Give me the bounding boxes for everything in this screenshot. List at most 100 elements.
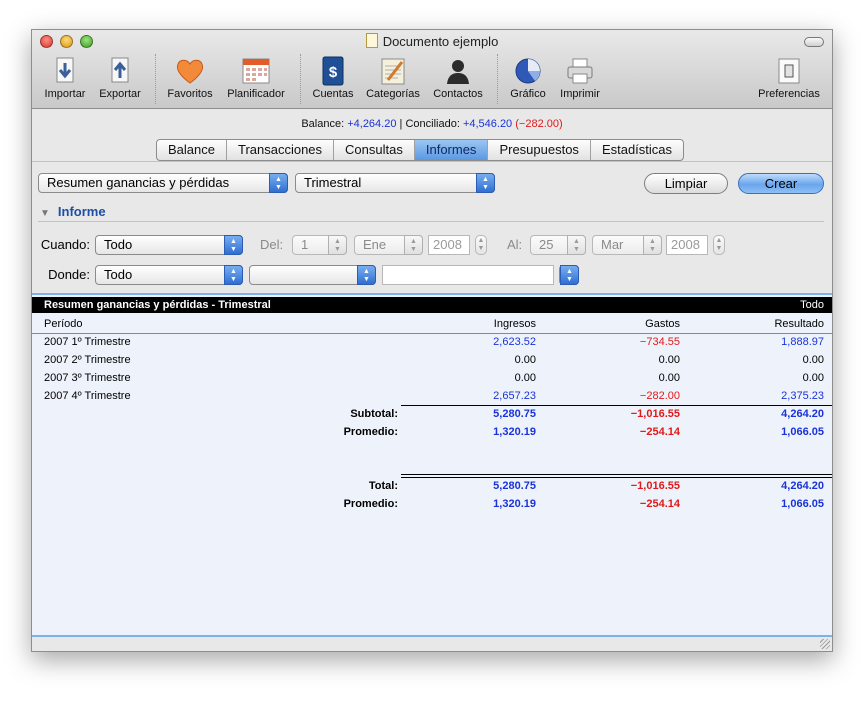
where-label: Donde: — [48, 267, 90, 282]
average-row: Promedio: 1,320.19 −254.14 1,066.05 — [32, 423, 832, 441]
to-year-field[interactable]: 2008 — [666, 235, 708, 255]
total-row: Total: 5,280.75 −1,016.55 4,264.20 — [32, 477, 832, 495]
switch-icon — [774, 56, 804, 86]
favorites-button[interactable]: Favoritos — [165, 56, 215, 100]
report-bottom-border — [32, 635, 832, 637]
from-day-select[interactable]: 1 ▲ ▼ — [292, 235, 347, 255]
from-year-field[interactable]: 2008 — [428, 235, 470, 255]
balance-value: +4,264.20 — [347, 118, 397, 130]
to-day-select[interactable]: 25 ▲ ▼ — [530, 235, 586, 255]
where-options-button[interactable]: ▲ ▼ — [559, 265, 579, 285]
row-income: 2,623.52 — [493, 336, 536, 348]
column-header-result: Resultado — [774, 318, 824, 330]
print-button[interactable]: Imprimir — [554, 56, 606, 100]
total-average-result: 1,066.05 — [781, 498, 824, 510]
where-select[interactable]: Todo ▲ ▼ — [95, 265, 243, 285]
period-select[interactable]: Trimestral ▲ ▼ — [295, 173, 495, 193]
toolbar-separator — [155, 54, 156, 104]
table-row: 2007 1º Trimestre 2,623.52 −734.55 1,888… — [32, 333, 832, 351]
import-button[interactable]: Importar — [40, 56, 90, 100]
view-tabs: Balance Transacciones Consultas Informes… — [156, 139, 685, 161]
tab-consultas[interactable]: Consultas — [334, 140, 415, 160]
categories-label: Categorías — [366, 88, 420, 100]
chevron-updown-icon: ▲ ▼ — [224, 265, 243, 285]
row-income: 2,657.23 — [493, 390, 536, 402]
report-view: Resumen ganancias y pérdidas - Trimestra… — [32, 293, 832, 637]
import-label: Importar — [44, 88, 86, 100]
total-expenses: −1,016.55 — [630, 480, 680, 492]
favorites-label: Favoritos — [167, 88, 213, 100]
divider — [38, 221, 824, 222]
tab-transacciones[interactable]: Transacciones — [227, 140, 335, 160]
column-header-income: Ingresos — [493, 318, 536, 330]
report-type-select[interactable]: Resumen ganancias y pérdidas ▲ ▼ — [38, 173, 288, 193]
tab-informes[interactable]: Informes — [414, 140, 489, 160]
tab-balance[interactable]: Balance — [157, 140, 227, 160]
when-value: Todo — [104, 237, 133, 252]
chevron-updown-icon: ▲ ▼ — [643, 235, 662, 255]
when-select[interactable]: Todo ▲ ▼ — [95, 235, 243, 255]
from-day-value: 1 — [301, 237, 309, 252]
clear-button[interactable]: Limpiar — [644, 173, 728, 194]
report-scope: Todo — [800, 299, 824, 311]
average-income: 1,320.19 — [493, 426, 536, 438]
resize-grip-icon[interactable] — [820, 639, 830, 649]
create-button[interactable]: Crear — [738, 173, 824, 194]
categories-button[interactable]: Categorías — [363, 56, 423, 100]
to-month-value: Mar — [601, 237, 624, 252]
contacts-label: Contactos — [433, 88, 483, 100]
to-year-stepper[interactable]: ▲ ▼ — [713, 235, 725, 255]
average-expenses: −254.14 — [639, 426, 680, 438]
tab-estadisticas[interactable]: Estadísticas — [591, 140, 683, 160]
accounts-button[interactable]: $ Cuentas — [310, 56, 356, 100]
period-value: Trimestral — [304, 175, 362, 190]
toolbar-separator — [300, 54, 301, 104]
chart-label: Gráfico — [510, 88, 546, 100]
from-month-select[interactable]: Ene ▲ ▼ — [354, 235, 423, 255]
row-period: 2007 4º Trimestre — [44, 390, 131, 402]
toolbar-separator — [497, 54, 498, 104]
row-expenses: 0.00 — [658, 354, 680, 366]
average-label: Promedio: — [343, 426, 398, 438]
subtotal-expenses: −1,016.55 — [630, 408, 680, 420]
planner-button[interactable]: Planificador — [223, 56, 289, 100]
chart-button[interactable]: Gráfico — [506, 56, 550, 100]
from-label: Del: — [260, 237, 284, 252]
table-row: 2007 3º Trimestre 0.00 0.00 0.00 — [32, 369, 832, 387]
subtotal-label: Subtotal: — [350, 408, 398, 420]
total-income: 5,280.75 — [493, 480, 536, 492]
preferences-label: Preferencias — [758, 88, 820, 100]
tab-presupuestos[interactable]: Presupuestos — [488, 140, 591, 160]
svg-text:$: $ — [329, 64, 338, 81]
balance-label: Balance: — [301, 118, 345, 130]
toolbar: Documento ejemplo Importar Exportar Favo… — [32, 30, 832, 109]
contacts-button[interactable]: Contactos — [430, 56, 486, 100]
planner-label: Planificador — [227, 88, 285, 100]
balance-separator: | — [399, 118, 403, 130]
table-row: 2007 4º Trimestre 2,657.23 −282.00 2,375… — [32, 387, 832, 405]
where-text-field[interactable] — [382, 265, 554, 285]
row-income: 0.00 — [514, 354, 536, 366]
total-label: Total: — [368, 480, 398, 492]
where-secondary-select[interactable]: ▲ ▼ — [249, 265, 376, 285]
report-section-label: Informe — [57, 204, 106, 219]
to-month-select[interactable]: Mar ▲ ▼ — [592, 235, 662, 255]
reconciled-label: Conciliado: — [405, 118, 460, 130]
toolbar-toggle-button[interactable] — [804, 37, 824, 47]
row-period: 2007 3º Trimestre — [44, 372, 131, 384]
chevron-updown-icon: ▲ ▼ — [560, 265, 579, 285]
row-result: 2,375.23 — [781, 390, 824, 402]
report-disclosure[interactable]: ▼ Informe — [40, 204, 106, 219]
from-year-stepper[interactable]: ▲ ▼ — [475, 235, 487, 255]
row-result: 0.00 — [802, 354, 824, 366]
row-result: 0.00 — [802, 372, 824, 384]
to-day-value: 25 — [539, 237, 554, 252]
window-title: Documento ejemplo — [382, 34, 499, 49]
pie-chart-icon — [513, 56, 543, 86]
subtotal-result: 4,264.20 — [781, 408, 824, 420]
document-icon — [365, 33, 378, 48]
export-button[interactable]: Exportar — [94, 56, 146, 100]
when-label: Cuando: — [40, 237, 90, 252]
preferences-button[interactable]: Preferencias — [754, 56, 824, 100]
report-type-value: Resumen ganancias y pérdidas — [47, 175, 230, 190]
